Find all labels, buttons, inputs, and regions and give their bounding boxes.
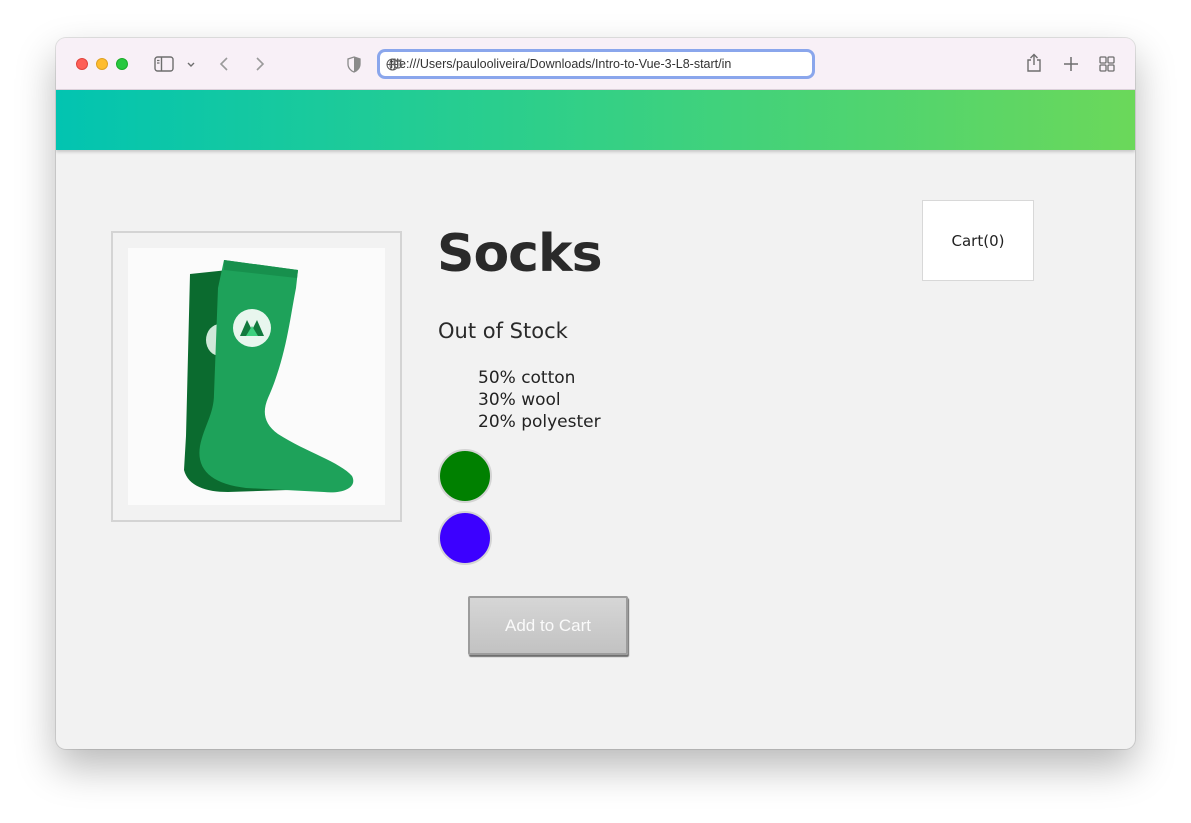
browser-window: file:///Users/paulooliveira/Downloads/In…: [56, 38, 1135, 749]
product-details-list: 50% cotton 30% wool 20% polyester: [478, 367, 601, 433]
tab-overview-icon[interactable]: [1097, 54, 1117, 74]
chevron-down-icon[interactable]: [185, 58, 197, 70]
zoom-window-button[interactable]: [116, 58, 128, 70]
back-icon[interactable]: [216, 54, 232, 74]
cart-counter: Cart(0): [922, 200, 1034, 281]
sidebar-toggle-icon[interactable]: [153, 54, 175, 74]
forward-icon[interactable]: [252, 54, 268, 74]
product-image: [128, 248, 385, 505]
detail-item: 50% cotton: [478, 368, 576, 388]
product-title: Socks: [437, 224, 603, 284]
color-swatch-green[interactable]: [438, 449, 492, 503]
shield-icon[interactable]: [346, 54, 362, 74]
minimize-window-button[interactable]: [96, 58, 108, 70]
color-swatch-blue[interactable]: [438, 511, 492, 565]
reload-icon[interactable]: [392, 58, 404, 70]
address-bar[interactable]: file:///Users/paulooliveira/Downloads/In…: [377, 49, 815, 79]
product-image-frame: [111, 231, 402, 522]
share-icon[interactable]: [1024, 52, 1044, 74]
stock-status: Out of Stock: [438, 319, 568, 343]
close-window-button[interactable]: [76, 58, 88, 70]
nav-bar: [56, 90, 1135, 150]
add-to-cart-button[interactable]: Add to Cart: [468, 596, 628, 655]
detail-item: 20% polyester: [478, 412, 601, 432]
detail-item: 30% wool: [478, 390, 561, 410]
url-text: file:///Users/paulooliveira/Downloads/In…: [390, 57, 732, 71]
new-tab-icon[interactable]: [1061, 54, 1081, 74]
browser-toolbar: file:///Users/paulooliveira/Downloads/In…: [56, 38, 1135, 90]
